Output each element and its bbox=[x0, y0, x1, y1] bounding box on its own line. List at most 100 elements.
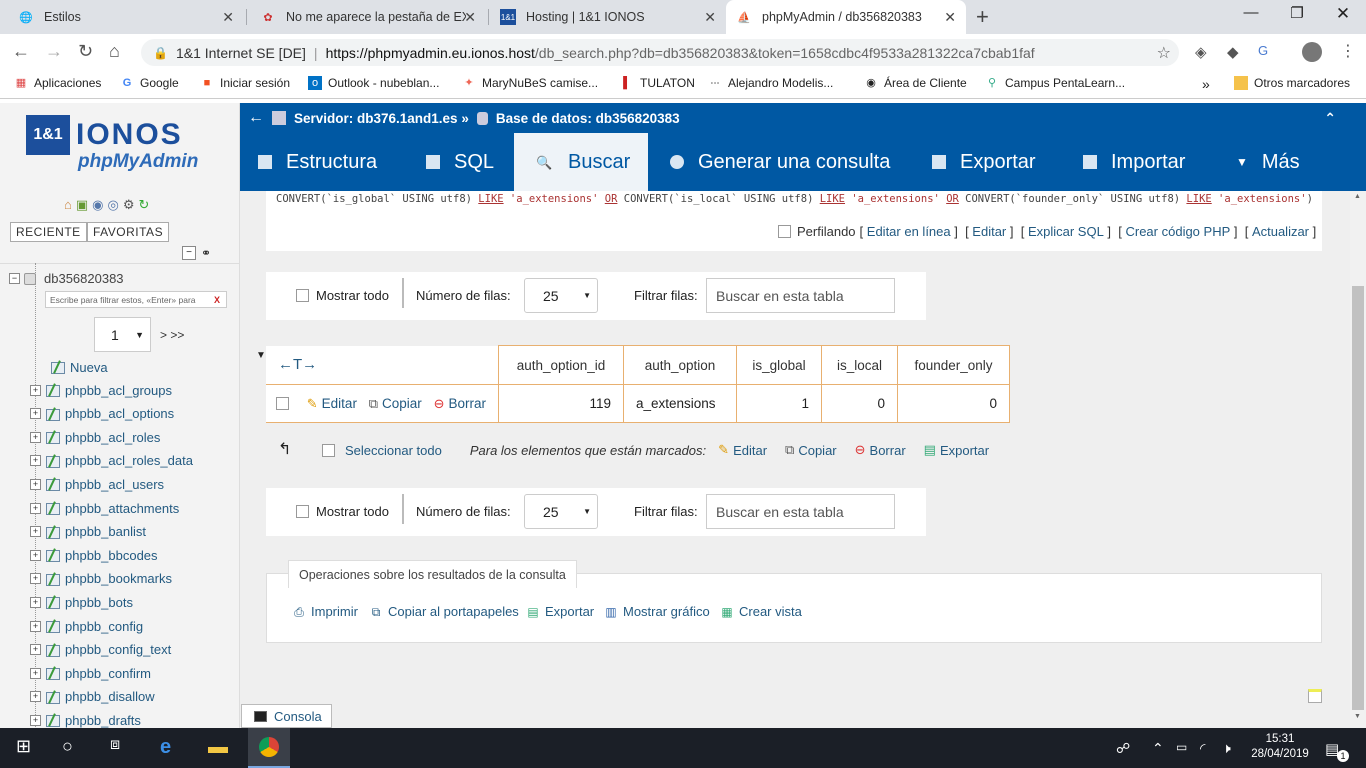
notepad-icon[interactable] bbox=[1308, 689, 1322, 703]
scroll-up-icon[interactable]: ▲ bbox=[1354, 193, 1361, 200]
print-link[interactable]: ⎙ Imprimir bbox=[291, 604, 358, 619]
create-view-link[interactable]: ▦ Crear vista bbox=[719, 604, 802, 619]
expand-icon[interactable]: + bbox=[30, 408, 41, 420]
tab-exportar[interactable]: Exportar bbox=[932, 133, 1036, 191]
sidebar-item-phpbb-banlist[interactable]: + phpbb_banlist bbox=[30, 521, 146, 543]
rows-select[interactable]: 25 ▼ bbox=[524, 278, 598, 313]
profiling-checkbox[interactable] bbox=[778, 225, 791, 238]
bookmark-login[interactable]: ■ Iniciar sesión bbox=[200, 76, 290, 90]
bookmark-tulaton[interactable]: ▌ TULATON bbox=[620, 76, 695, 90]
back-arrow-icon[interactable]: ← bbox=[12, 41, 30, 62]
table-cell[interactable]: a_extensions bbox=[622, 384, 737, 423]
sidebar-item-phpbb-acl-options[interactable]: + phpbb_acl_options bbox=[30, 403, 174, 425]
filter-rows-input[interactable]: Buscar en esta tabla bbox=[706, 278, 895, 313]
clear-filter-icon[interactable]: X bbox=[214, 295, 220, 305]
options-toggle-icon[interactable]: ▼ bbox=[256, 350, 266, 361]
collapse-icon[interactable]: − bbox=[9, 273, 20, 284]
pocket-icon[interactable]: ◈ bbox=[1195, 43, 1207, 61]
sidebar-item-phpbb-config[interactable]: + phpbb_config bbox=[30, 615, 143, 637]
tab-buscar[interactable]: 🔍 Buscar bbox=[514, 133, 648, 191]
browser-tab-estilos[interactable]: 🌐 Estilos ✕ bbox=[8, 0, 244, 34]
edge-icon[interactable]: e bbox=[160, 736, 171, 759]
inline-edit-link[interactable]: Editar en línea bbox=[867, 224, 951, 239]
sidebar-item-phpbb-drafts[interactable]: + phpbb_drafts bbox=[30, 709, 141, 728]
chrome-taskbar-button[interactable] bbox=[248, 728, 290, 768]
forward-arrow-icon[interactable]: → bbox=[45, 41, 63, 62]
bookmark-alejandro[interactable]: ∙∙∙ Alejandro Modelis... bbox=[708, 76, 833, 90]
tab-estructura[interactable]: Estructura bbox=[258, 133, 377, 191]
table-cell[interactable]: 119 bbox=[497, 384, 624, 423]
sidebar-item-phpbb-bots[interactable]: + phpbb_bots bbox=[30, 591, 133, 613]
expand-icon[interactable]: + bbox=[30, 502, 41, 514]
expand-icon[interactable]: + bbox=[30, 478, 41, 490]
refresh-icon[interactable]: ↻ bbox=[139, 197, 150, 213]
breadcrumb-server[interactable]: Servidor: db376.1and1.es » bbox=[294, 111, 469, 126]
expand-icon[interactable]: + bbox=[30, 644, 41, 656]
bookmark-outlook[interactable]: o Outlook - nubeblan... bbox=[308, 76, 439, 90]
extension-icon[interactable]: ◆ bbox=[1227, 43, 1239, 61]
logo[interactable]: 1&1 IONOS phpMyAdmin bbox=[26, 115, 198, 173]
settings-icon[interactable]: ⚙ bbox=[123, 197, 135, 213]
expand-icon[interactable]: + bbox=[30, 384, 41, 396]
address-bar[interactable]: 🔒 1&1 Internet SE [DE] | https://phpmyad… bbox=[141, 39, 1179, 66]
show-chart-link[interactable]: ▥ Mostrar gráfico bbox=[603, 604, 709, 619]
close-tab-icon[interactable]: ✕ bbox=[944, 9, 956, 26]
windows-start-icon[interactable]: ⊞ bbox=[16, 736, 31, 757]
bulk-delete-action[interactable]: ⊖ Borrar bbox=[855, 442, 906, 458]
show-all-checkbox[interactable] bbox=[296, 289, 309, 302]
expand-icon[interactable]: + bbox=[30, 691, 41, 703]
sidebar-item-phpbb-acl-groups[interactable]: + phpbb_acl_groups bbox=[30, 379, 172, 401]
tab-importar[interactable]: Importar bbox=[1083, 133, 1185, 191]
minimize-icon[interactable]: — bbox=[1236, 4, 1266, 21]
expand-icon[interactable]: + bbox=[30, 526, 41, 538]
tree-db-node[interactable]: − db356820383 bbox=[9, 271, 124, 286]
battery-icon[interactable]: ▭ bbox=[1176, 740, 1187, 754]
bookmark-google[interactable]: G Google bbox=[120, 76, 179, 90]
table-cell[interactable]: 0 bbox=[896, 384, 1010, 423]
wifi-icon[interactable]: ◜ bbox=[1200, 740, 1205, 757]
sidebar-item-phpbb-attachments[interactable]: + phpbb_attachments bbox=[30, 497, 179, 519]
row-delete-action[interactable]: ⊖ Borrar bbox=[434, 396, 486, 412]
sidebar-item-phpbb-acl-roles-data[interactable]: + phpbb_acl_roles_data bbox=[30, 450, 193, 472]
bulk-export-action[interactable]: ▤ Exportar bbox=[924, 442, 989, 458]
chevron-up-icon[interactable]: ⌃ bbox=[1152, 740, 1164, 757]
expand-icon[interactable]: + bbox=[30, 620, 41, 632]
restore-icon[interactable]: ❐ bbox=[1282, 4, 1312, 22]
sidebar-item-phpbb-bbcodes[interactable]: + phpbb_bbcodes bbox=[30, 544, 158, 566]
reload-icon[interactable]: ↻ bbox=[78, 41, 93, 62]
row-copy-action[interactable]: ⧉ Copiar bbox=[369, 396, 422, 412]
file-explorer-icon[interactable]: ▬ bbox=[208, 736, 228, 759]
collapse-all-icon[interactable]: − bbox=[182, 246, 196, 260]
column-header[interactable]: auth_option_id bbox=[497, 345, 624, 385]
collapse-top-icon[interactable]: ⌃ bbox=[1324, 110, 1336, 127]
favorites-button[interactable]: FAVORITAS bbox=[87, 222, 170, 242]
volume-icon[interactable]: 🕨 bbox=[1222, 740, 1231, 757]
browser-tab-ionos[interactable]: 1&1 Hosting | 1&1 IONOS ✕ bbox=[490, 0, 726, 34]
copy-clipboard-link[interactable]: ⧉ Copiar al portapapeles bbox=[368, 604, 519, 619]
sidebar-item-phpbb-confirm[interactable]: + phpbb_confirm bbox=[30, 662, 151, 684]
expand-icon[interactable]: + bbox=[30, 573, 41, 585]
task-view-icon[interactable]: ⧈ bbox=[110, 736, 120, 754]
filter-rows-input[interactable]: Buscar en esta tabla bbox=[706, 494, 895, 529]
menu-dots-icon[interactable]: ⋮ bbox=[1340, 41, 1356, 61]
explain-sql-link[interactable]: Explicar SQL bbox=[1028, 224, 1104, 239]
php-code-link[interactable]: Crear código PHP bbox=[1125, 224, 1230, 239]
close-tab-icon[interactable]: ✕ bbox=[222, 9, 234, 26]
bookmark-campus[interactable]: ⚲ Campus PentaLearn... bbox=[985, 76, 1125, 90]
close-window-icon[interactable]: ✕ bbox=[1328, 4, 1358, 24]
tab-mas[interactable]: ▼ Más bbox=[1236, 133, 1300, 191]
clock[interactable]: 15:31 28/04/2019 bbox=[1250, 732, 1310, 762]
bookmark-marynubes[interactable]: ✦ MaryNuBeS camise... bbox=[462, 76, 598, 90]
sidebar-item-phpbb-acl-users[interactable]: + phpbb_acl_users bbox=[30, 473, 164, 495]
sidebar-item-phpbb-bookmarks[interactable]: + phpbb_bookmarks bbox=[30, 568, 172, 590]
tab-sql[interactable]: SQL bbox=[426, 133, 494, 191]
other-bookmarks[interactable]: Otros marcadores bbox=[1234, 76, 1350, 90]
sidebar-item-phpbb-acl-roles[interactable]: + phpbb_acl_roles bbox=[30, 426, 160, 448]
bookmark-client-area[interactable]: ◉ Área de Cliente bbox=[864, 76, 967, 90]
column-header[interactable]: is_global bbox=[735, 345, 822, 385]
select-all-link[interactable]: Seleccionar todo bbox=[345, 443, 442, 458]
next-page-link[interactable]: > >> bbox=[160, 328, 184, 342]
bulk-edit-action[interactable]: ✎ Editar bbox=[718, 442, 767, 458]
close-tab-icon[interactable]: ✕ bbox=[464, 9, 476, 26]
row-checkbox[interactable] bbox=[276, 397, 289, 411]
